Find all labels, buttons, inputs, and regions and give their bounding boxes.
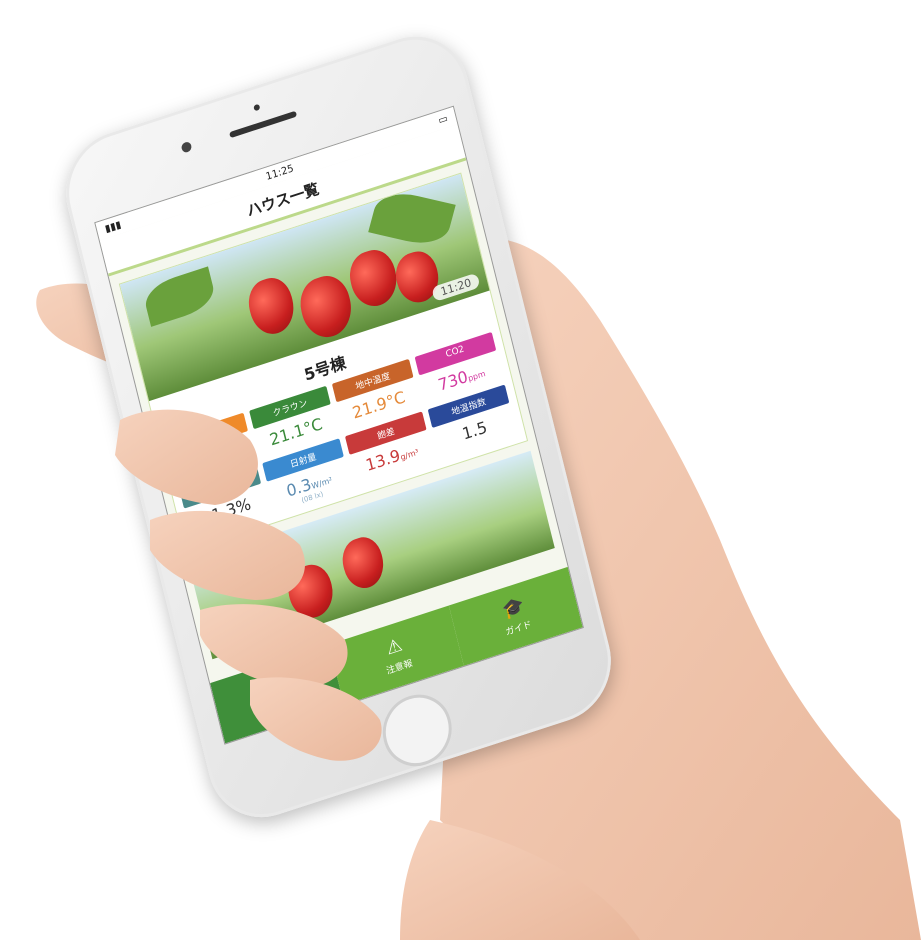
strawberry-image [243,272,299,340]
warning-icon: ⚠ [384,633,405,660]
sensor-dot [253,103,261,112]
earpiece-speaker [229,110,298,139]
graduation-cap-icon: 🎓 [500,594,527,622]
photo-timestamp: 11:20 [431,272,481,302]
tab-house-list[interactable]: ⌂ ハウス一覧 [210,644,345,744]
tab-alerts[interactable]: ⚠ 注意報 [329,605,464,705]
signal-icon: ▮▮▮ [103,218,123,235]
home-icon: ⌂ [267,673,284,698]
tab-label: ハウス一覧 [257,694,303,718]
front-camera [180,140,193,154]
battery-icon: ▭ [437,112,449,127]
tab-guide[interactable]: 🎓 ガイド [448,566,583,666]
